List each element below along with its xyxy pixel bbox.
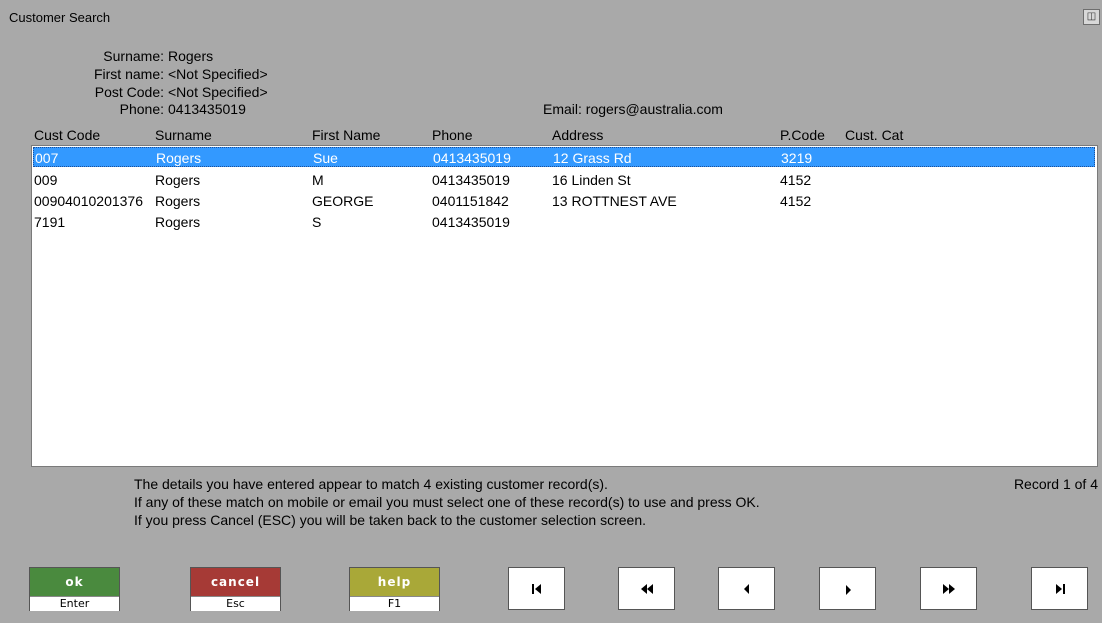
record-counter: Record 1 of 4 xyxy=(1013,476,1098,492)
ok-label: ok xyxy=(65,575,84,589)
ok-face: ok xyxy=(30,568,119,596)
last-record-button[interactable] xyxy=(1031,567,1088,610)
cell-surname: Rogers xyxy=(155,214,201,230)
cancel-label: cancel xyxy=(210,575,261,589)
ok-button[interactable]: ok Enter xyxy=(29,567,120,611)
column-header-cust-code[interactable]: Cust Code xyxy=(34,127,100,143)
column-header-first-name[interactable]: First Name xyxy=(312,127,380,143)
cell-pcode: 4152 xyxy=(780,193,812,209)
firstname-label: First name: xyxy=(93,66,164,82)
cell-code: 007 xyxy=(35,150,59,166)
column-header-surname[interactable]: Surname xyxy=(155,127,212,143)
cell-code: 009 xyxy=(34,172,58,188)
cell-address: 13 ROTTNEST AVE xyxy=(552,193,677,209)
postcode-value: <Not Specified> xyxy=(168,84,268,100)
table-row[interactable]: 7191 Rogers S 0413435019 xyxy=(33,212,1095,232)
cell-phone: 0401151842 xyxy=(432,193,509,209)
first-record-button[interactable] xyxy=(508,567,565,610)
cell-first-name: M xyxy=(312,172,324,188)
cell-first-name: S xyxy=(312,214,322,230)
phone-value: 0413435019 xyxy=(168,101,246,117)
next-page-button[interactable] xyxy=(920,567,977,610)
cell-first-name: Sue xyxy=(313,150,338,166)
cancel-shortcut: Esc xyxy=(191,596,280,611)
customer-results-table[interactable]: 007 Rogers Sue 0413435019 12 Grass Rd 32… xyxy=(31,145,1098,467)
phone-label: Phone: xyxy=(119,101,164,117)
criteria-email: Email: rogers@australia.com xyxy=(543,101,723,117)
previous-page-icon xyxy=(640,583,653,594)
cell-address: 16 Linden St xyxy=(552,172,631,188)
last-record-icon xyxy=(1055,583,1065,594)
cell-surname: Rogers xyxy=(156,150,202,166)
cell-surname: Rogers xyxy=(155,172,201,188)
surname-label: Surname: xyxy=(103,48,164,64)
cancel-face: cancel xyxy=(191,568,280,596)
table-row[interactable]: 009 Rogers M 0413435019 16 Linden St 415… xyxy=(33,170,1095,190)
cell-first-name: GEORGE xyxy=(312,193,374,209)
criteria-surname: Surname: Rogers xyxy=(48,48,213,64)
criteria-firstname: First name: <Not Specified> xyxy=(48,66,268,82)
next-page-icon xyxy=(942,583,955,594)
postcode-label: Post Code: xyxy=(94,84,164,100)
restore-icon[interactable]: ◫ xyxy=(1083,9,1100,25)
column-header-cust-cat[interactable]: Cust. Cat xyxy=(845,127,903,143)
table-row[interactable]: 00904010201376 Rogers GEORGE 0401151842 … xyxy=(33,191,1095,211)
help-face: help xyxy=(350,568,439,596)
previous-record-button[interactable] xyxy=(718,567,775,610)
cell-pcode: 3219 xyxy=(781,150,813,166)
cancel-button[interactable]: cancel Esc xyxy=(190,567,281,611)
firstname-value: <Not Specified> xyxy=(168,66,268,82)
match-message-line2: If any of these match on mobile or email… xyxy=(134,494,760,510)
criteria-phone: Phone: 0413435019 xyxy=(48,101,246,117)
previous-record-icon xyxy=(743,583,749,594)
column-header-pcode[interactable]: P.Code xyxy=(780,127,825,143)
cell-phone: 0413435019 xyxy=(432,214,510,230)
surname-value: Rogers xyxy=(168,48,214,64)
cell-surname: Rogers xyxy=(155,193,201,209)
column-header-address[interactable]: Address xyxy=(552,127,603,143)
ok-shortcut: Enter xyxy=(30,596,119,611)
window-title: Customer Search xyxy=(9,10,111,25)
next-record-icon xyxy=(845,584,851,595)
cell-phone: 0413435019 xyxy=(432,172,510,188)
title-bar: Customer Search ◫ xyxy=(0,0,1102,33)
match-message-line1: The details you have entered appear to m… xyxy=(134,476,608,492)
cell-phone: 0413435019 xyxy=(433,150,511,166)
match-message-line3: If you press Cancel (ESC) you will be ta… xyxy=(134,512,647,528)
cell-code: 00904010201376 xyxy=(34,193,144,209)
criteria-postcode: Post Code: <Not Specified> xyxy=(48,84,268,100)
first-record-icon xyxy=(531,583,541,594)
cell-address: 12 Grass Rd xyxy=(553,150,632,166)
table-row[interactable]: 007 Rogers Sue 0413435019 12 Grass Rd 32… xyxy=(33,147,1095,167)
help-button[interactable]: help F1 xyxy=(349,567,440,611)
cell-pcode: 4152 xyxy=(780,172,812,188)
help-label: help xyxy=(377,575,412,589)
column-header-phone[interactable]: Phone xyxy=(432,127,472,143)
help-shortcut: F1 xyxy=(350,596,439,611)
previous-page-button[interactable] xyxy=(618,567,675,610)
cell-code: 7191 xyxy=(34,214,66,230)
next-record-button[interactable] xyxy=(819,567,876,610)
